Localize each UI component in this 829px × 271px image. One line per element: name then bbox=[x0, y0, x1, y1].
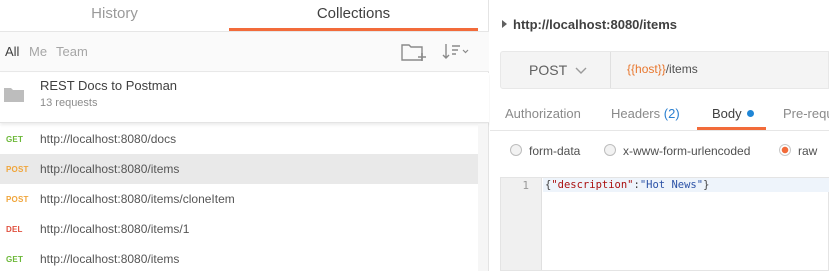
method-badge: GET bbox=[6, 255, 24, 264]
body-mode-options: form-data x-www-form-urlencoded raw bbox=[490, 141, 829, 161]
chevron-down-icon bbox=[575, 63, 587, 75]
postman-window: History Collections All Me Team REST Doc… bbox=[0, 0, 829, 271]
code-key: "description" bbox=[551, 179, 634, 191]
request-url: http://localhost:8080/items bbox=[40, 162, 180, 176]
collection-item[interactable]: REST Docs to Postman 13 requests bbox=[0, 73, 489, 123]
radio-raw[interactable]: raw bbox=[779, 144, 817, 158]
tab-headers-label: Headers bbox=[611, 106, 661, 121]
tab-pre-request-script[interactable]: Pre-requ bbox=[783, 106, 829, 121]
sidebar: History Collections All Me Team REST Doc… bbox=[0, 0, 489, 271]
code-brace-close: } bbox=[703, 179, 710, 191]
filter-me[interactable]: Me bbox=[29, 44, 47, 59]
collection-name: REST Docs to Postman bbox=[40, 78, 178, 93]
active-tab-underline bbox=[697, 127, 766, 130]
request-item[interactable]: POST http://localhost:8080/items/cloneIt… bbox=[0, 184, 478, 214]
collection-filter-bar: All Me Team bbox=[0, 32, 489, 72]
tab-collections[interactable]: Collections bbox=[229, 0, 478, 31]
line-gutter: 1 bbox=[501, 178, 542, 270]
collection-request-count: 13 requests bbox=[40, 97, 98, 109]
headers-count: (2) bbox=[663, 106, 680, 121]
url-path: /items bbox=[665, 62, 698, 76]
method-badge: GET bbox=[6, 135, 24, 144]
filter-team[interactable]: Team bbox=[56, 44, 88, 59]
radio-circle bbox=[604, 144, 616, 156]
request-url: http://localhost:8080/items bbox=[40, 252, 180, 266]
tab-body[interactable]: Body bbox=[712, 106, 754, 121]
radio-label: raw bbox=[798, 144, 818, 158]
filter-all[interactable]: All bbox=[5, 44, 19, 59]
request-url: http://localhost:8080/docs bbox=[40, 132, 177, 146]
code-line[interactable]: {"description":"Hot News"} bbox=[545, 179, 709, 191]
radio-label: x-www-form-urlencoded bbox=[623, 144, 751, 158]
url-bar: POST {{host}}/items bbox=[500, 51, 829, 89]
tab-history[interactable]: History bbox=[0, 0, 229, 31]
body-editor[interactable]: 1 {"description":"Hot News"} bbox=[500, 177, 829, 271]
radio-circle bbox=[510, 144, 522, 156]
url-input[interactable]: {{host}}/items bbox=[627, 62, 698, 76]
request-url: http://localhost:8080/items/1 bbox=[40, 222, 190, 236]
request-title: http://localhost:8080/items bbox=[513, 17, 677, 32]
method-dropdown[interactable]: POST bbox=[501, 52, 611, 88]
request-tabs: Authorization Headers (2) Body Pre-requ bbox=[490, 100, 829, 131]
method-label: POST bbox=[529, 62, 568, 78]
line-number: 1 bbox=[522, 179, 529, 192]
request-item[interactable]: POST http://localhost:8080/items bbox=[0, 154, 478, 184]
radio-circle bbox=[779, 144, 791, 156]
request-item[interactable]: GET http://localhost:8080/docs bbox=[0, 124, 478, 154]
body-indicator-dot bbox=[746, 110, 754, 117]
caret-right-icon bbox=[502, 20, 507, 28]
radio-urlencoded[interactable]: x-www-form-urlencoded bbox=[604, 144, 750, 158]
radio-label: form-data bbox=[529, 144, 581, 158]
code-value: "Hot News" bbox=[639, 179, 704, 191]
url-variable: {{host}} bbox=[627, 62, 666, 76]
sidebar-tabs: History Collections bbox=[0, 0, 489, 32]
sort-icon[interactable] bbox=[442, 41, 470, 63]
request-item[interactable]: GET http://localhost:8080/items bbox=[0, 244, 478, 271]
method-badge: POST bbox=[6, 195, 29, 204]
method-badge: POST bbox=[6, 165, 29, 174]
request-url: http://localhost:8080/items/cloneItem bbox=[40, 192, 235, 206]
sidebar-scrollbar[interactable] bbox=[478, 124, 488, 271]
breadcrumb[interactable]: http://localhost:8080/items bbox=[502, 17, 677, 32]
request-item[interactable]: DEL http://localhost:8080/items/1 bbox=[0, 214, 478, 244]
tab-authorization[interactable]: Authorization bbox=[505, 106, 581, 121]
folder-icon bbox=[4, 86, 24, 102]
new-collection-icon[interactable] bbox=[400, 41, 428, 63]
tab-body-label: Body bbox=[712, 106, 742, 121]
radio-form-data[interactable]: form-data bbox=[510, 144, 580, 158]
request-panel: http://localhost:8080/items POST {{host}… bbox=[490, 0, 829, 271]
method-badge: DEL bbox=[6, 225, 23, 234]
tab-headers[interactable]: Headers (2) bbox=[611, 106, 680, 121]
